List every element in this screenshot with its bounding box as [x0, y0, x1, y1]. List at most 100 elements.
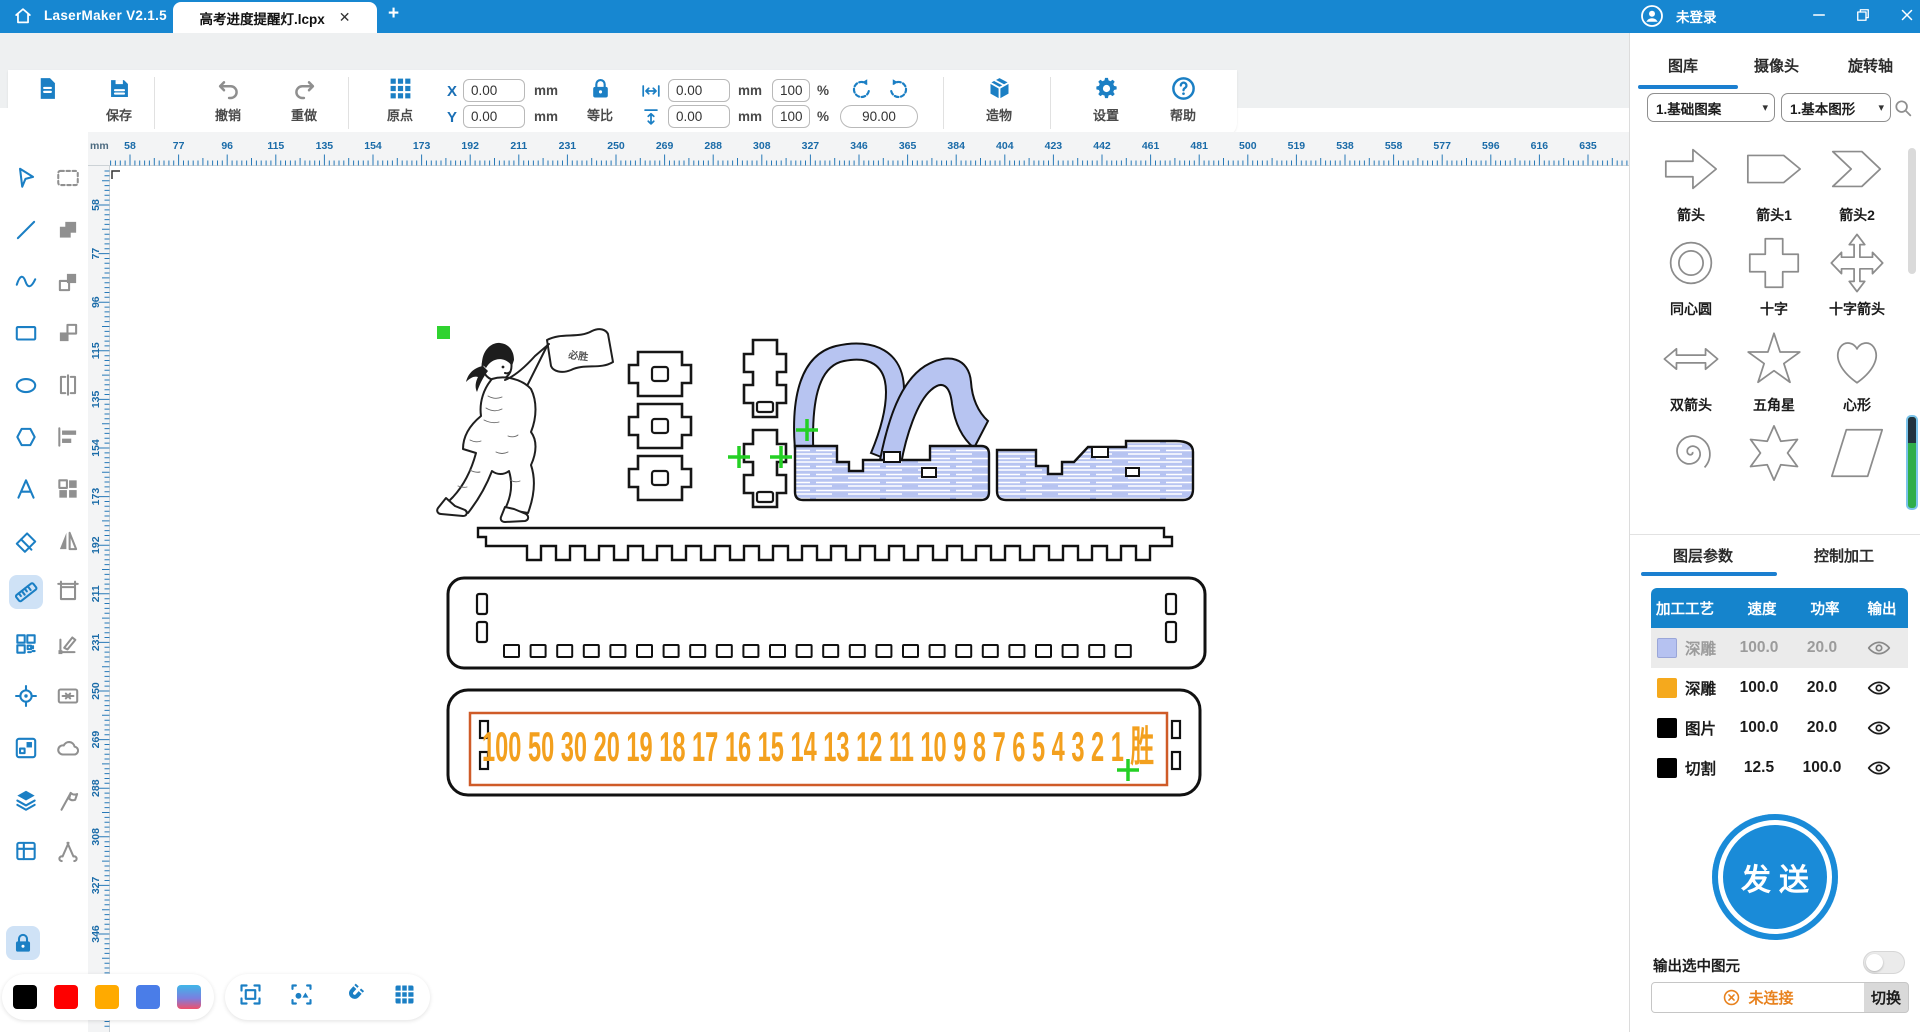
tool-qrcode-icon[interactable]: [9, 627, 43, 661]
tab-layer-params[interactable]: 图层参数: [1673, 545, 1733, 566]
tab-rotary[interactable]: 旋转轴: [1848, 55, 1893, 76]
design-canvas[interactable]: mm 5877961151351541731922112312502692883…: [88, 132, 1629, 1032]
tool-layers-icon[interactable]: [9, 783, 43, 817]
tool-align-icon[interactable]: [51, 420, 85, 454]
tool-polygon-icon[interactable]: [9, 420, 43, 454]
shape-item-star6[interactable]: [1738, 422, 1810, 489]
height-pct-input[interactable]: 100: [772, 105, 810, 128]
eye-icon[interactable]: [1857, 675, 1901, 701]
tool-flag-icon[interactable]: [51, 783, 85, 817]
tab-close-icon[interactable]: ✕: [339, 9, 351, 26]
slot-plate[interactable]: [448, 578, 1205, 668]
x-input[interactable]: 0.00: [463, 79, 525, 102]
blue-engrave-left[interactable]: [794, 343, 989, 500]
shape-item-concentric[interactable]: 同心圆: [1655, 232, 1727, 319]
tool-weld-icon[interactable]: [51, 679, 85, 713]
layer-color-swatch[interactable]: [1657, 638, 1677, 658]
shape-item-parallelogram[interactable]: [1821, 422, 1893, 489]
tool-split-icon[interactable]: [51, 368, 85, 402]
redo-button[interactable]: 重做: [277, 75, 331, 133]
tool-frame-icon[interactable]: [51, 575, 85, 609]
shape-item-cross[interactable]: 十字: [1738, 232, 1810, 319]
shape-item-double-arrow[interactable]: 双箭头: [1655, 328, 1727, 415]
tool-mirror-icon[interactable]: [51, 524, 85, 558]
login-status[interactable]: 未登录: [1676, 6, 1717, 26]
selection-handle[interactable]: [437, 326, 450, 339]
subcategory-dropdown[interactable]: 1.基本图形 ▾: [1781, 93, 1891, 122]
tool-node-edit-icon[interactable]: [51, 627, 85, 661]
vertical-pieces[interactable]: [744, 340, 786, 507]
panel-scrollbar[interactable]: [1908, 148, 1916, 274]
tool-ruler-icon[interactable]: [9, 575, 43, 609]
layer-speed[interactable]: 100.0: [1731, 719, 1787, 737]
tool-text-icon[interactable]: [9, 472, 43, 506]
tool-curve-icon[interactable]: [9, 265, 43, 299]
category-dropdown[interactable]: 1.基础图案 ▾: [1647, 93, 1775, 122]
new-tab-button[interactable]: +: [388, 3, 399, 25]
layer-speed[interactable]: 100.0: [1731, 679, 1787, 697]
tool-union-icon[interactable]: [51, 213, 85, 247]
connection-status[interactable]: 未连接: [1652, 983, 1864, 1012]
person-flag-sketch[interactable]: 必胜: [437, 329, 613, 522]
window-minimize-icon[interactable]: [1810, 6, 1828, 24]
layer-row[interactable]: 切割12.5100.0: [1651, 748, 1908, 788]
tool-lock-icon[interactable]: [6, 926, 40, 960]
layer-power[interactable]: 20.0: [1787, 719, 1857, 737]
tool-position-icon[interactable]: [9, 679, 43, 713]
window-close-icon[interactable]: [1898, 6, 1916, 24]
comb-strip[interactable]: [478, 528, 1172, 560]
tool-image-nest-icon[interactable]: [9, 731, 43, 765]
tab-library[interactable]: 图库: [1668, 55, 1698, 76]
y-input[interactable]: 0.00: [463, 105, 525, 128]
tool-subtract-icon[interactable]: [51, 265, 85, 299]
tool-ellipse-icon[interactable]: [9, 368, 43, 402]
layer-speed[interactable]: 100.0: [1731, 639, 1787, 657]
eye-icon[interactable]: [1857, 635, 1901, 661]
shape-item-arrow-right[interactable]: 箭头: [1655, 138, 1727, 225]
send-button[interactable]: 发送: [1712, 814, 1838, 940]
layer-speed[interactable]: 12.5: [1731, 759, 1787, 777]
color-swatch[interactable]: [136, 985, 160, 1009]
shape-item-spiral[interactable]: [1655, 422, 1727, 489]
shape-item-arrow-pentagon[interactable]: 箭头1: [1738, 138, 1810, 225]
tool-select-icon[interactable]: [9, 161, 43, 195]
layer-color-swatch[interactable]: [1657, 718, 1677, 738]
smart-select-icon[interactable]: [288, 981, 315, 1013]
shape-item-star5[interactable]: 五角星: [1738, 328, 1810, 415]
layer-row[interactable]: 图片100.020.0: [1651, 708, 1908, 748]
rotate-ccw-icon[interactable]: [849, 77, 874, 102]
tool-exclude-icon[interactable]: [51, 316, 85, 350]
tab-pieces[interactable]: [629, 352, 691, 500]
search-icon[interactable]: [1892, 97, 1914, 119]
make-button[interactable]: 造物: [972, 75, 1026, 133]
document-tab[interactable]: 高考进度提醒灯.lcpx ✕: [173, 2, 377, 33]
tool-cut-icon[interactable]: [51, 834, 85, 868]
width-pct-input[interactable]: 100: [772, 79, 810, 102]
magnet-icon[interactable]: [340, 981, 367, 1013]
angle-input[interactable]: 90.00: [840, 105, 918, 128]
eye-icon[interactable]: [1857, 755, 1901, 781]
color-swatch[interactable]: [13, 985, 37, 1009]
shape-item-chevron[interactable]: 箭头2: [1821, 138, 1893, 225]
number-plate[interactable]: 100 50 30 20 19 18 17 16 15 14 13 12 11 …: [448, 690, 1200, 795]
height-input[interactable]: 0.00: [668, 105, 730, 128]
tool-eraser-icon[interactable]: [9, 524, 43, 558]
layer-color-swatch[interactable]: [1657, 758, 1677, 778]
window-restore-icon[interactable]: [1854, 6, 1872, 24]
color-swatch-gradient[interactable]: [177, 985, 201, 1009]
crop-frame-icon[interactable]: [237, 981, 264, 1013]
proportional-lock-button[interactable]: 等比: [573, 75, 627, 133]
blue-engrave-right[interactable]: [997, 441, 1193, 500]
save-button[interactable]: 保存: [92, 75, 146, 133]
home-icon[interactable]: [12, 5, 34, 27]
tab-control-process[interactable]: 控制加工: [1814, 545, 1874, 566]
tool-line-icon[interactable]: [9, 213, 43, 247]
gallery-scrollbar[interactable]: [1906, 415, 1918, 510]
layer-color-swatch[interactable]: [1657, 678, 1677, 698]
undo-button[interactable]: 撤销: [201, 75, 255, 133]
rotate-cw-icon[interactable]: [886, 77, 911, 102]
layer-power[interactable]: 20.0: [1787, 639, 1857, 657]
layer-power[interactable]: 20.0: [1787, 679, 1857, 697]
color-swatch[interactable]: [95, 985, 119, 1009]
tool-cloud-icon[interactable]: [51, 731, 85, 765]
